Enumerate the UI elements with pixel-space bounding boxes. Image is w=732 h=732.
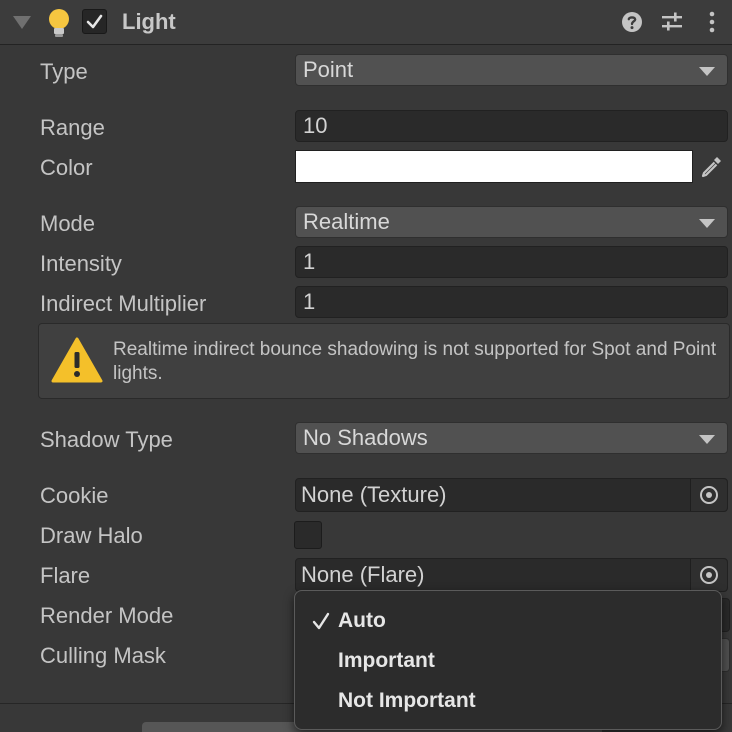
culling-mask-label: Culling Mask (40, 643, 166, 668)
light-bulb-icon (49, 9, 69, 37)
indirect-multiplier-field[interactable]: 1 (295, 286, 728, 318)
cookie-value: None (Texture) (301, 482, 447, 507)
foldout-arrow-icon[interactable] (13, 16, 31, 29)
checkmark-icon (312, 612, 330, 630)
shadow-type-label: Shadow Type (40, 427, 173, 452)
flare-object-field[interactable]: None (Flare) (295, 558, 728, 592)
light-inspector: Light Type Point Range 10 Color Mode Rea… (0, 0, 732, 732)
range-field[interactable]: 10 (295, 110, 728, 142)
intensity-field[interactable]: 1 (295, 246, 728, 278)
flare-value: None (Flare) (301, 562, 425, 587)
render-mode-popup-menu: Auto Important Not Important (294, 590, 722, 730)
menu-item-auto[interactable]: Auto (295, 601, 721, 641)
mode-dropdown[interactable]: Realtime (295, 206, 728, 238)
shadow-type-dropdown[interactable]: No Shadows (295, 422, 728, 454)
cookie-object-field[interactable]: None (Texture) (295, 478, 728, 512)
component-title: Light (122, 9, 176, 34)
warning-icon (51, 337, 103, 383)
warning-text: Realtime indirect bounce shadowing is no… (113, 339, 717, 384)
intensity-label: Intensity (40, 251, 122, 276)
target-picker-icon (700, 566, 718, 584)
chevron-down-icon (699, 219, 715, 228)
render-mode-label: Render Mode (40, 603, 174, 628)
component-header[interactable]: Light (0, 0, 732, 45)
eyedropper-icon[interactable] (695, 150, 728, 183)
presets-icon[interactable] (660, 10, 684, 34)
shadow-type-value: No Shadows (303, 425, 428, 450)
type-value: Point (303, 57, 354, 82)
flare-label: Flare (40, 563, 91, 588)
indirect-multiplier-label: Indirect Multiplier (40, 291, 207, 316)
menu-item-label: Auto (338, 609, 386, 632)
draw-halo-checkbox[interactable] (294, 521, 322, 549)
mode-label: Mode (40, 211, 96, 236)
type-dropdown[interactable]: Point (295, 54, 728, 86)
draw-halo-label: Draw Halo (40, 523, 143, 548)
color-label: Color (40, 155, 93, 180)
more-options-icon[interactable] (700, 10, 724, 34)
object-picker-button[interactable] (690, 479, 727, 511)
chevron-down-icon (699, 435, 715, 444)
type-label: Type (40, 59, 88, 84)
menu-item-important[interactable]: Important (295, 641, 721, 681)
checkmark-icon (86, 14, 103, 29)
color-swatch[interactable] (295, 150, 693, 183)
target-picker-icon (700, 486, 718, 504)
mode-value: Realtime (303, 209, 390, 234)
menu-item-not-important[interactable]: Not Important (295, 681, 721, 721)
warning-helpbox: Realtime indirect bounce shadowing is no… (38, 323, 730, 399)
help-icon[interactable] (620, 10, 644, 34)
chevron-down-icon (699, 67, 715, 76)
menu-item-label: Not Important (338, 689, 476, 712)
object-picker-button[interactable] (690, 559, 727, 591)
component-enabled-checkbox[interactable] (82, 9, 107, 34)
cookie-label: Cookie (40, 483, 109, 508)
menu-item-label: Important (338, 649, 435, 672)
range-label: Range (40, 115, 105, 140)
